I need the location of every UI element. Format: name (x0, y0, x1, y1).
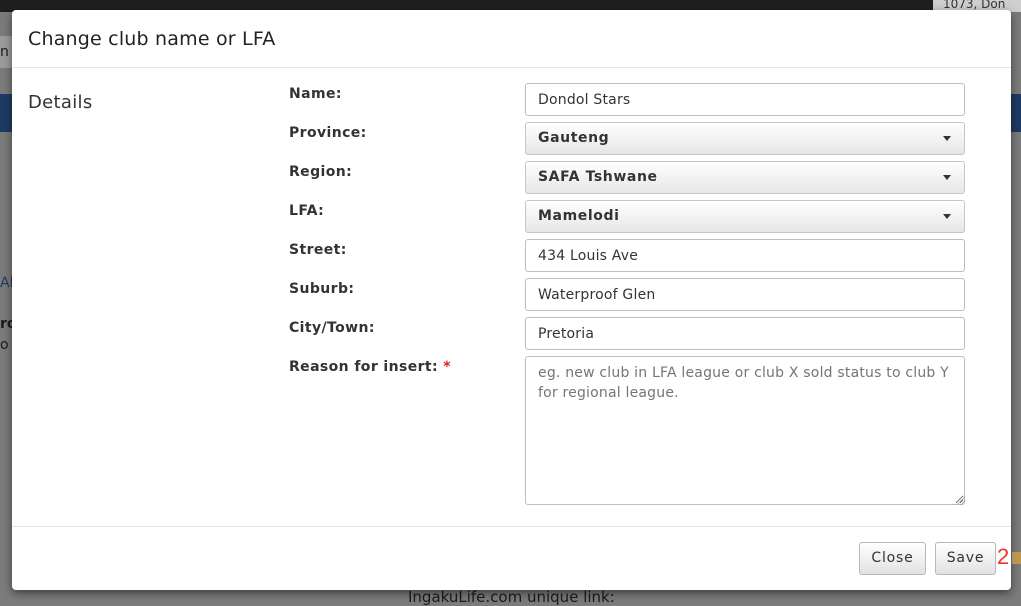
annotation-number: 2 (997, 544, 1010, 569)
province-label: Province: (289, 125, 367, 141)
dialog-header: Change club name or LFA (12, 10, 1011, 68)
close-button[interactable]: Close (859, 542, 926, 575)
province-value: Gauteng (538, 130, 610, 146)
caret-down-icon (943, 175, 951, 180)
resize-grip-icon[interactable] (957, 497, 965, 505)
city-input[interactable] (525, 317, 965, 350)
dialog-body: Details Name: Province: Gauteng Region: … (12, 68, 1011, 527)
lfa-select[interactable]: Mamelodi (525, 200, 965, 233)
reason-label: Reason for insert: * (289, 359, 451, 375)
name-label: Name: (289, 86, 342, 102)
street-input[interactable] (525, 239, 965, 272)
reason-textarea[interactable] (525, 356, 965, 505)
dialog-title: Change club name or LFA (28, 28, 276, 50)
change-club-dialog: Change club name or LFA Details Name: Pr… (12, 10, 1011, 590)
province-select[interactable]: Gauteng (525, 122, 965, 155)
background-nav-bar-right (1011, 94, 1021, 132)
background-fragment: n (0, 44, 9, 60)
region-value: SAFA Tshwane (538, 169, 658, 185)
region-select[interactable]: SAFA Tshwane (525, 161, 965, 194)
annotation-marker (1012, 552, 1021, 564)
reason-label-text: Reason for insert: (289, 359, 438, 375)
name-input[interactable] (525, 83, 965, 116)
caret-down-icon (943, 214, 951, 219)
street-label: Street: (289, 242, 347, 258)
caret-down-icon (943, 136, 951, 141)
region-label: Region: (289, 164, 353, 180)
save-button[interactable]: Save (935, 542, 996, 575)
section-title: Details (28, 92, 93, 113)
required-mark: * (443, 359, 452, 375)
suburb-label: Suburb: (289, 281, 355, 297)
lfa-label: LFA: (289, 203, 325, 219)
background-fragment: o (0, 337, 9, 353)
lfa-value: Mamelodi (538, 208, 620, 224)
city-label: City/Town: (289, 320, 375, 336)
dialog-footer: Close Save (12, 527, 1011, 591)
suburb-input[interactable] (525, 278, 965, 311)
background-nav-bar (0, 94, 12, 132)
